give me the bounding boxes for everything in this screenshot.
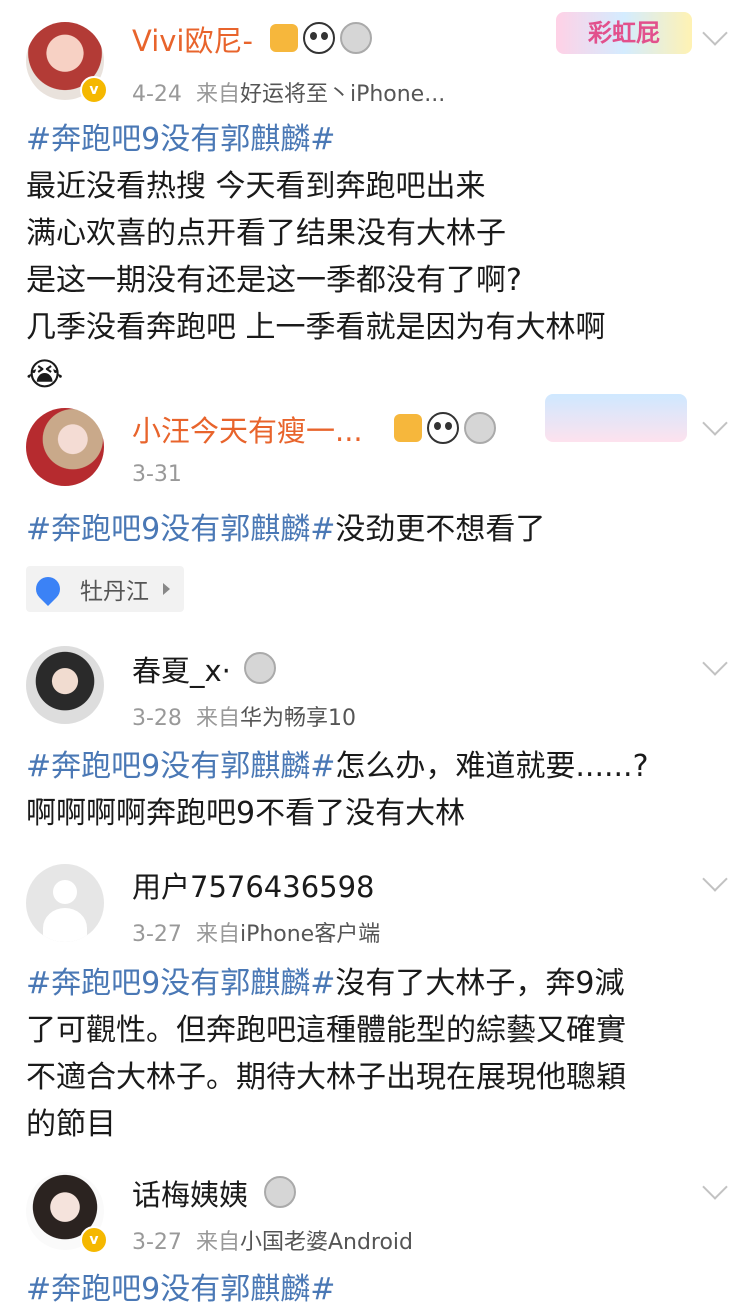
body-line: #奔跑吧9没有郭麒麟#没劲更不想看了 <box>26 512 546 547</box>
crown-icon <box>270 24 298 52</box>
username[interactable]: 话梅姨姨 <box>132 1172 248 1214</box>
medal-icon <box>244 652 276 684</box>
chevron-down-icon[interactable] <box>702 20 728 46</box>
topic-hashtag[interactable]: #奔跑吧9没有郭麒麟# <box>26 122 335 157</box>
verified-icon: v <box>80 1226 108 1254</box>
chevron-down-icon[interactable] <box>702 650 728 676</box>
user-badges <box>394 412 496 444</box>
post-source: 小国老婆Android <box>239 1230 414 1255</box>
location-pin-icon <box>31 572 65 606</box>
username[interactable]: 小汪今天有瘦一... <box>132 408 363 450</box>
post-body: #奔跑吧9没有郭麒麟#怎么办，难道就要......? 啊啊啊啊奔跑吧9不看了没有… <box>26 743 726 837</box>
topic-hashtag[interactable]: #奔跑吧9没有郭麒麟# <box>26 749 335 784</box>
location-tag[interactable]: 牡丹江 <box>26 566 184 612</box>
crown-icon <box>394 414 422 442</box>
chevron-down-icon[interactable] <box>702 866 728 892</box>
body-line: 不適合大林子。期待大林子出現在展現他聰穎 <box>26 1060 626 1095</box>
user-badges <box>264 1176 296 1208</box>
avatar[interactable] <box>26 408 104 486</box>
username[interactable]: 春夏_x· <box>132 648 231 690</box>
user-badges <box>270 22 372 54</box>
body-line: 了可觀性。但奔跑吧這種體能型的綜藝又確實 <box>26 1013 626 1048</box>
post-meta: 3-27 来自iPhone客户端 <box>132 916 380 948</box>
body-line: 是这一期没有还是这一季都没有了啊? <box>26 263 522 298</box>
medal-icon <box>264 1176 296 1208</box>
decoration-badge <box>545 394 687 442</box>
post-body: #奔跑吧9没有郭麒麟#沒有了大林子，奔9減 了可觀性。但奔跑吧這種體能型的綜藝又… <box>26 960 726 1148</box>
body-line: 的節目 <box>26 1107 116 1142</box>
post-source: iPhone客户端 <box>239 922 381 947</box>
chevron-right-icon <box>163 583 170 595</box>
post-body: #奔跑吧9没有郭麒麟# 最近没看热搜 今天看到奔跑吧出来 满心欢喜的点开看了结果… <box>26 116 726 398</box>
post-date: 3-28 <box>132 706 182 731</box>
decoration-badge: 彩虹屁 <box>556 12 692 54</box>
post-date: 3-27 <box>132 1230 182 1255</box>
location-label: 牡丹江 <box>80 579 149 605</box>
body-line: 啊啊啊啊奔跑吧9不看了没有大林 <box>26 796 466 831</box>
topic-hashtag[interactable]: #奔跑吧9没有郭麒麟# <box>26 966 335 1001</box>
default-avatar-icon <box>53 880 77 904</box>
source-prefix: 来自 <box>195 706 240 731</box>
post-source: 好运将至丶iPhone... <box>239 82 446 107</box>
source-prefix: 来自 <box>195 82 240 107</box>
post-meta: 3-28 来自华为畅享10 <box>132 700 356 732</box>
user-badges <box>244 652 276 684</box>
username[interactable]: Vivi欧尼- <box>132 18 253 60</box>
post-body: #奔跑吧9没有郭麒麟# <box>26 1266 726 1313</box>
chevron-down-icon[interactable] <box>702 410 728 436</box>
body-line: #奔跑吧9没有郭麒麟# <box>26 1266 726 1313</box>
topic-hashtag[interactable]: #奔跑吧9没有郭麒麟# <box>26 512 335 547</box>
post-meta: 4-24 来自好运将至丶iPhone... <box>132 76 445 108</box>
panda-icon <box>303 22 335 54</box>
medal-icon <box>464 412 496 444</box>
crying-emoji-icon: 😭 <box>26 355 64 393</box>
source-prefix: 来自 <box>195 1230 240 1255</box>
chevron-down-icon[interactable] <box>702 1174 728 1200</box>
avatar[interactable] <box>26 864 104 942</box>
avatar[interactable] <box>26 646 104 724</box>
body-line: #奔跑吧9没有郭麒麟#怎么办，难道就要......? <box>26 749 649 784</box>
post-body: #奔跑吧9没有郭麒麟#没劲更不想看了 <box>26 506 726 553</box>
post-meta: 3-27 来自小国老婆Android <box>132 1224 413 1256</box>
body-line: 几季没看奔跑吧 上一季看就是因为有大林啊 <box>26 310 606 345</box>
body-line: #奔跑吧9没有郭麒麟# <box>26 116 726 163</box>
post-date: 4-24 <box>132 82 182 107</box>
verified-icon: v <box>80 76 108 104</box>
post-date: 3-31 <box>132 462 182 487</box>
panda-icon <box>427 412 459 444</box>
body-line: 满心欢喜的点开看了结果没有大林子 <box>26 216 506 251</box>
body-line: #奔跑吧9没有郭麒麟#沒有了大林子，奔9減 <box>26 966 625 1001</box>
topic-hashtag[interactable]: #奔跑吧9没有郭麒麟# <box>26 1272 335 1307</box>
username[interactable]: 用户7576436598 <box>132 864 375 906</box>
medal-icon <box>340 22 372 54</box>
post-date: 3-27 <box>132 922 182 947</box>
body-line: 最近没看热搜 今天看到奔跑吧出来 <box>26 169 486 204</box>
post-source: 华为畅享10 <box>239 706 356 731</box>
source-prefix: 来自 <box>195 922 240 947</box>
